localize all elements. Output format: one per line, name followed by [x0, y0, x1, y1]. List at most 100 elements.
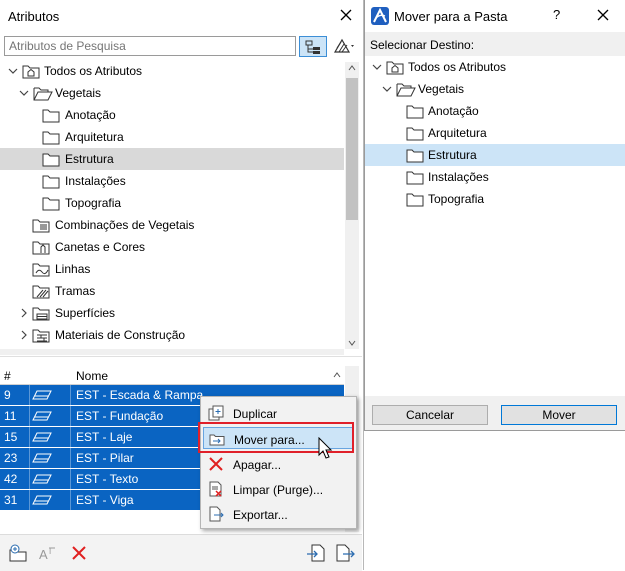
sort-icon[interactable] [333, 372, 341, 378]
tree-item-todos-os-atributos[interactable]: Todos os Atributos [365, 56, 625, 78]
tree-item-linhas[interactable]: Linhas [0, 258, 344, 280]
tree-item-topografia[interactable]: Topografia [365, 188, 625, 210]
column-header-name[interactable]: Nome [76, 369, 108, 383]
panel-title: Atributos [8, 9, 60, 24]
chevron-right-icon[interactable] [19, 308, 29, 318]
tree-view-button[interactable] [299, 36, 327, 57]
row-number: 15 [4, 430, 18, 444]
tree-item-estrutura[interactable]: Estrutura [0, 148, 344, 170]
tree-item-combinacoes-de-vegetais[interactable]: Combinações de Vegetais [0, 214, 344, 236]
tree-item-label: Combinações de Vegetais [55, 218, 195, 232]
tree-item-superficies[interactable]: Superfícies [0, 302, 344, 324]
mouse-cursor-icon [318, 437, 333, 459]
tree-item-label: Materiais de Construção [55, 328, 186, 342]
tree-item-estrutura[interactable]: Estrutura [365, 144, 625, 166]
tree-item-materiais-de-construcao[interactable]: Materiais de Construção [0, 324, 344, 346]
bottom-toolbar: AI [0, 534, 362, 571]
search-field[interactable] [4, 36, 296, 56]
search-input[interactable] [5, 37, 293, 55]
folder-icon [406, 171, 424, 185]
scroll-down-icon[interactable] [348, 340, 356, 346]
row-number: 42 [4, 472, 18, 486]
tree-scrollbar-thumb[interactable] [346, 78, 358, 220]
layer-icon [32, 390, 52, 400]
folder-icon [406, 127, 424, 141]
layer-icon [32, 453, 52, 463]
folder-icon [42, 109, 60, 123]
row-number: 11 [4, 409, 17, 423]
row-name: EST - Laje [76, 430, 133, 444]
delete-icon[interactable] [68, 542, 90, 564]
purge-icon [209, 481, 222, 497]
move-to-icon [209, 434, 225, 446]
close-icon[interactable] [595, 7, 611, 23]
tree-item-topografia[interactable]: Topografia [0, 192, 344, 214]
chevron-right-icon[interactable] [19, 330, 29, 340]
scroll-up-icon[interactable] [348, 65, 356, 71]
folder-icon [406, 105, 424, 119]
tree-item-anotacao[interactable]: Anotação [0, 104, 344, 126]
row-number: 23 [4, 451, 18, 465]
filter-options-icon[interactable] [330, 36, 358, 57]
row-name: EST - Escada & Rampa [76, 388, 204, 402]
tree-item-label: Instalações [65, 174, 126, 188]
list-header: # Nome [0, 366, 344, 385]
tree-item-instalacoes[interactable]: Instalações [0, 170, 344, 192]
menu-item-label: Apagar... [233, 458, 282, 472]
menu-item-label: Limpar (Purge)... [233, 483, 324, 497]
folder-icon [406, 193, 424, 207]
panel-splitter[interactable] [0, 356, 362, 365]
rename-icon[interactable]: AI [38, 542, 60, 564]
tree-item-arquitetura[interactable]: Arquitetura [365, 122, 625, 144]
chevron-down-icon[interactable] [8, 66, 18, 76]
tree-item-label: Arquitetura [65, 130, 124, 144]
chevron-down-icon[interactable] [372, 62, 382, 72]
tree-item-todos-os-atributos[interactable]: Todos os Atributos [0, 60, 344, 82]
tree-item-label: Anotação [65, 108, 116, 122]
close-icon[interactable] [338, 7, 354, 23]
export-icon[interactable] [334, 542, 356, 564]
move-button[interactable]: Mover [501, 405, 617, 425]
move-to-folder-dialog: Mover para a Pasta ? Selecionar Destino:… [364, 0, 625, 431]
destination-tree: Todos os Atributos Vegetais Anotação Arq… [365, 56, 625, 396]
fills-icon [32, 285, 50, 299]
tree-item-label: Tramas [55, 284, 96, 298]
tree-item-vegetais[interactable]: Vegetais [365, 78, 625, 100]
tree-item-anotacao[interactable]: Anotação [365, 100, 625, 122]
folder-icon [42, 153, 60, 167]
tree-item-label: Todos os Atributos [44, 64, 143, 78]
tree-horizontal-scrollbar[interactable] [0, 349, 344, 355]
chevron-down-icon[interactable] [19, 88, 29, 98]
cancel-button[interactable]: Cancelar [372, 405, 488, 425]
tree-item-label: Arquitetura [428, 126, 487, 140]
dialog-title: Mover para a Pasta [394, 9, 508, 24]
row-name: EST - Pilar [76, 451, 134, 465]
tree-item-canetas-e-cores[interactable]: Canetas e Cores [0, 236, 344, 258]
menu-item-label: Duplicar [233, 407, 278, 421]
layer-icon [32, 432, 52, 442]
help-button[interactable]: ? [553, 7, 560, 22]
menu-item-duplicar[interactable]: Duplicar [203, 402, 353, 424]
context-menu: Duplicar Mover para... Apagar... Limpar … [200, 396, 357, 529]
layer-icon [32, 474, 52, 484]
surfaces-icon [32, 307, 50, 321]
import-icon[interactable] [305, 542, 327, 564]
menu-item-limpar[interactable]: Limpar (Purge)... [203, 478, 353, 500]
tree-item-arquitetura[interactable]: Arquitetura [0, 126, 344, 148]
menu-item-exportar[interactable]: Exportar... [203, 503, 353, 525]
chevron-down-icon[interactable] [382, 84, 392, 94]
open-folder-icon [396, 83, 416, 97]
column-header-number[interactable]: # [4, 369, 11, 383]
row-name: EST - Texto [76, 472, 139, 486]
tree-item-label: Instalações [428, 170, 489, 184]
new-folder-icon[interactable] [7, 542, 29, 564]
svg-text:A: A [39, 547, 48, 562]
tree-item-label: Topografia [428, 192, 485, 206]
tree-item-instalacoes[interactable]: Instalações [365, 166, 625, 188]
menu-item-label: Exportar... [233, 508, 288, 522]
tree-item-tramas[interactable]: Tramas [0, 280, 344, 302]
tree-item-vegetais[interactable]: Vegetais [0, 82, 344, 104]
tree-item-label: Estrutura [65, 152, 114, 166]
tree-item-label: Linhas [55, 262, 91, 276]
delete-icon [209, 457, 223, 471]
